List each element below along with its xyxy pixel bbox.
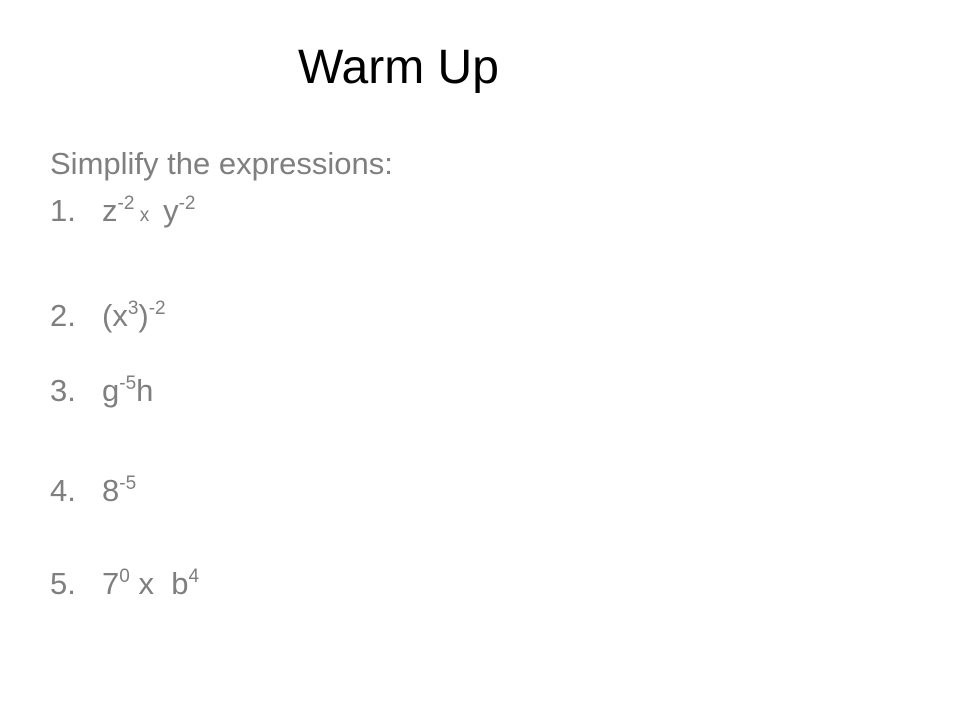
exponent: 4 [188,566,200,587]
base: g [102,373,120,408]
exponent: -2 [178,193,196,214]
item-number: 1. [50,193,76,228]
item-number: 5. [50,566,76,601]
instruction-text: Simplify the expressions: [50,146,393,181]
base: (x [102,298,128,333]
paren: ) [138,298,149,333]
exponent: 0 [119,566,130,587]
base: z [102,193,118,228]
expression-item-3: 3. g-5h [50,373,154,408]
exponent: -2 [117,193,135,214]
base: 8 [102,473,120,508]
exponent: 3 [127,298,139,319]
expression-item-1: 1. z-2 x y-2 [50,193,196,228]
base: b [171,566,189,601]
base: 7 [102,566,120,601]
exponent: -5 [119,473,137,494]
expression-item-2: 2. (x3)-2 [50,298,166,333]
base: y [163,193,179,228]
exponent: -5 [119,373,137,394]
factor: h [136,373,154,408]
operator: x [138,566,154,601]
exponent: -2 [148,298,166,319]
item-number: 2. [50,298,76,333]
expression-item-5: 5. 70 x b4 [50,566,200,601]
item-number: 4. [50,473,76,508]
operator: x [139,205,150,226]
item-number: 3. [50,373,76,408]
expression-item-4: 4. 8-5 [50,473,137,508]
slide-title: Warm Up [298,41,499,94]
